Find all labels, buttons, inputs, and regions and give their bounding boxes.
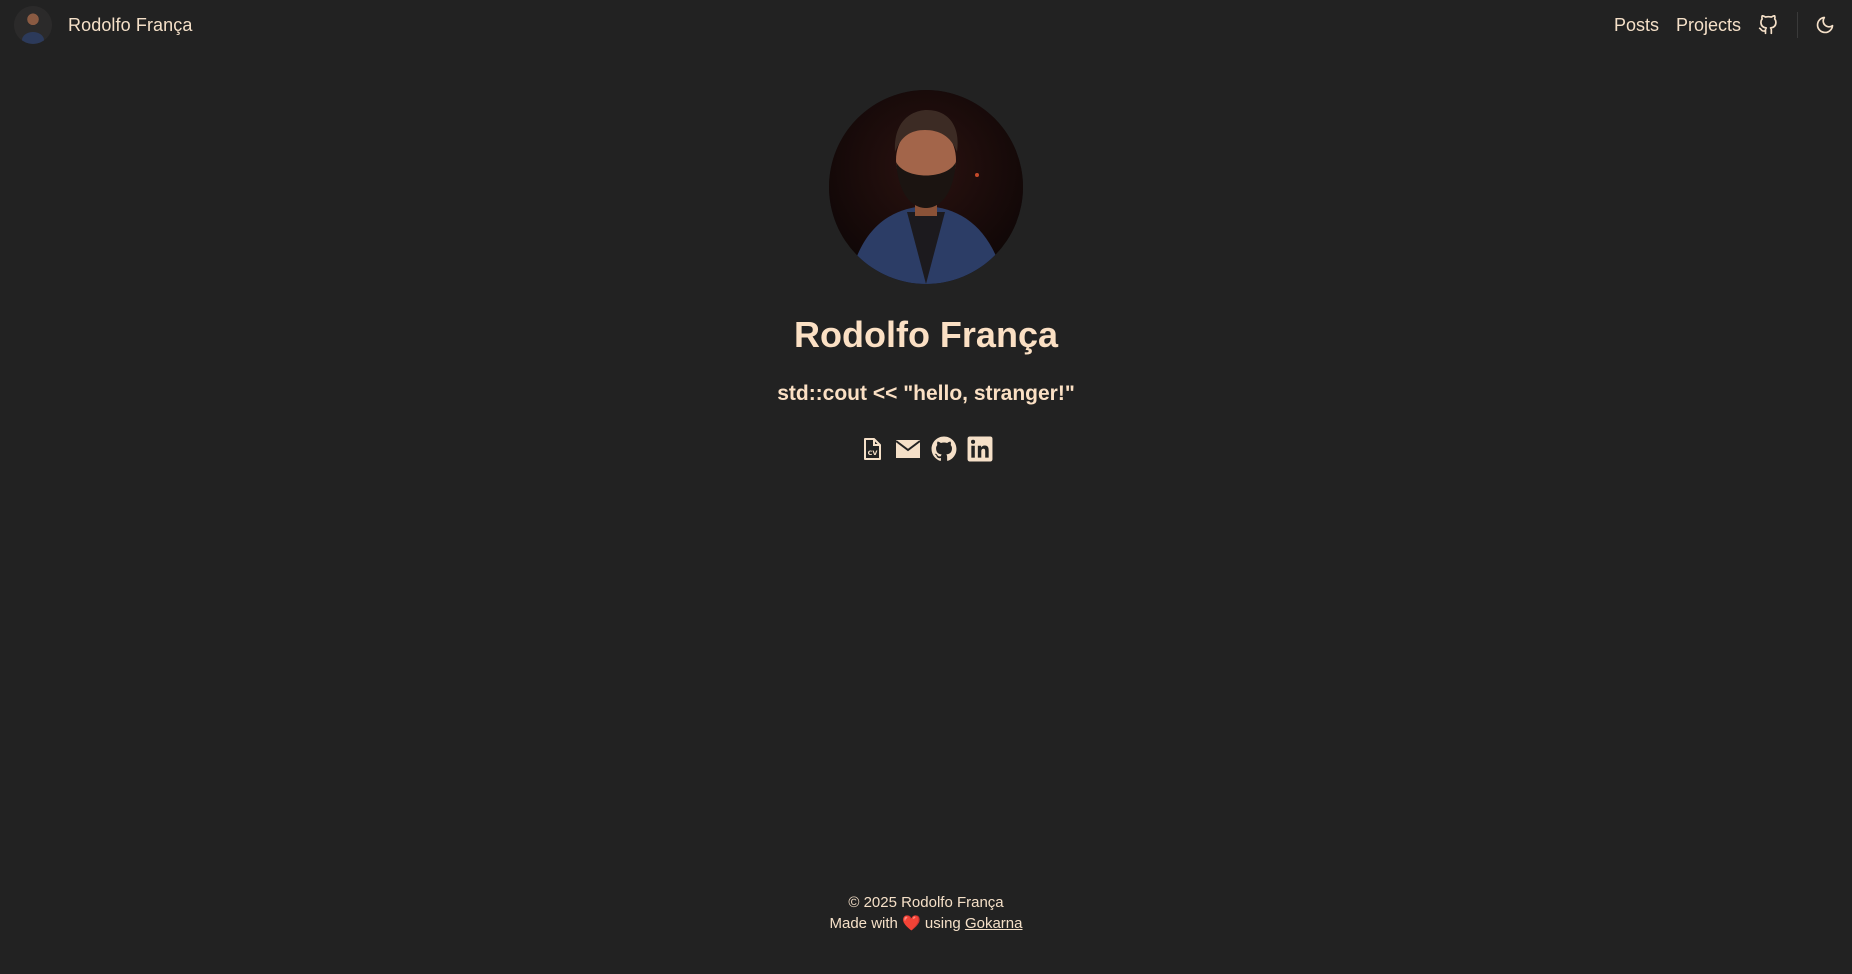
- made-with-text: Made with: [829, 915, 898, 932]
- nav-projects[interactable]: Projects: [1676, 15, 1741, 36]
- social-links: CV: [859, 436, 993, 462]
- nav-divider: [1797, 12, 1798, 38]
- moon-icon[interactable]: [1814, 14, 1836, 36]
- brand-avatar: [14, 6, 52, 44]
- made-with-line: Made with ❤️ using Gokarna: [0, 913, 1852, 934]
- github-icon[interactable]: [931, 436, 957, 462]
- using-text: using: [924, 915, 961, 932]
- gokarna-link[interactable]: Gokarna: [965, 915, 1023, 932]
- profile-photo: [829, 90, 1023, 284]
- svg-text:CV: CV: [868, 449, 878, 457]
- nav-posts[interactable]: Posts: [1614, 15, 1659, 36]
- copyright-text: © 2025 Rodolfo França: [848, 894, 1004, 911]
- page: Rodolfo França Posts Projects Rodolfo Fr…: [0, 0, 1852, 974]
- brand-name: Rodolfo França: [68, 14, 193, 35]
- github-icon[interactable]: [1757, 14, 1779, 36]
- email-icon[interactable]: [895, 436, 921, 462]
- cv-document-icon[interactable]: CV: [859, 436, 885, 462]
- hero-title: Rodolfo França: [793, 314, 1058, 355]
- main-nav: Posts Projects: [1597, 12, 1836, 38]
- heart-icon: ❤️: [902, 915, 921, 932]
- site-footer: © 2025 Rodolfo França Made with ❤️ using…: [0, 892, 1852, 934]
- linkedin-icon[interactable]: [967, 436, 993, 462]
- hero-subtitle: std::cout << "hello, stranger!": [777, 382, 1075, 405]
- brand-link[interactable]: Rodolfo França: [14, 6, 192, 44]
- site-header: Rodolfo França Posts Projects: [0, 0, 1852, 50]
- hero: Rodolfo França std::cout << "hello, stra…: [0, 90, 1852, 462]
